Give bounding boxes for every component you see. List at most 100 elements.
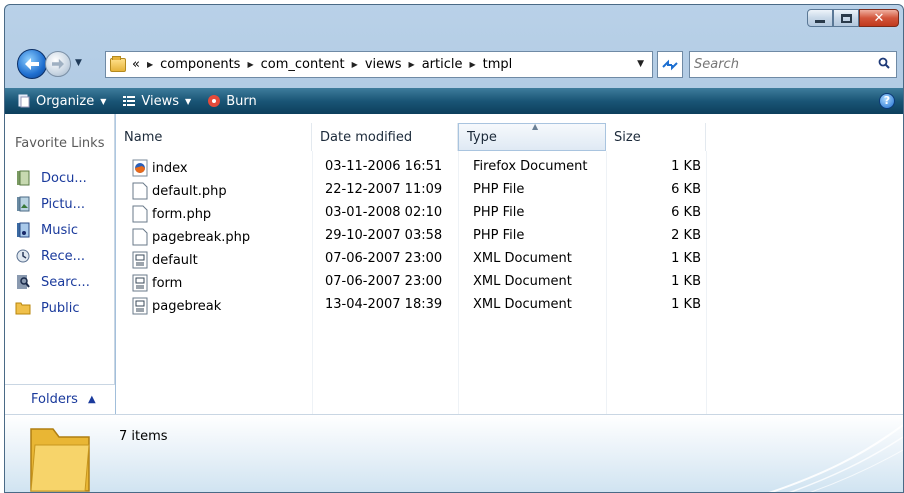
breadcrumb: « ▶ components ▶ com_content ▶ views ▶ a… [132,57,512,72]
column-header-type[interactable]: ▲ Type [458,122,606,151]
folders-label: Folders [31,392,78,407]
search-box[interactable] [689,51,897,78]
file-row[interactable]: form 07-06-2007 23:00 XML Document 1 KB [126,271,726,294]
chevron-down-icon: ▼ [185,96,192,106]
nav-item-label: Music [41,222,78,238]
nav-item-label: Public [41,300,80,316]
column-header-label: Name [124,129,163,145]
column-header-label: Size [614,129,641,145]
folder-icon [110,55,126,72]
back-arrow-icon [25,58,39,70]
views-label: Views [141,93,180,109]
breadcrumb-article[interactable]: article [422,57,463,72]
pictures-icon [17,196,30,212]
file-date: 03-01-2008 02:10 [325,205,443,220]
organize-icon [18,94,30,108]
history-dropdown-icon[interactable]: ▼ [75,58,85,70]
nav-item-label: Searc... [41,274,90,290]
breadcrumb-separator-icon[interactable]: ▶ [247,60,253,69]
file-date: 03-11-2006 16:51 [325,159,443,174]
file-row[interactable]: form.php 03-01-2008 02:10 PHP File 6 KB [126,202,726,225]
file-name: default [152,252,198,268]
burn-button[interactable]: Burn [207,94,257,109]
file-date: 13-04-2007 18:39 [325,297,443,312]
file-date: 29-10-2007 03:58 [325,228,443,243]
navigation-bar: ▼ « ▶ components ▶ com_content ▶ views ▶… [5,45,903,79]
breadcrumb-separator-icon[interactable]: ▶ [469,60,475,69]
maximize-button[interactable] [833,9,859,27]
file-type: PHP File [473,205,525,220]
breadcrumb-views[interactable]: views [365,57,402,72]
file-date: 07-06-2007 23:00 [325,251,443,266]
file-size: 6 KB [671,182,701,197]
file-type: XML Document [473,251,572,266]
forward-arrow-icon [52,58,64,70]
file-name-cell: form.php [132,205,211,223]
file-name-cell: pagebreak [132,297,221,315]
firefox-document-icon [132,159,148,177]
file-row[interactable]: default.php 22-12-2007 11:09 PHP File 6 … [126,179,726,202]
search-icon[interactable] [878,57,890,69]
chevron-down-icon: ▼ [100,96,107,106]
xml-document-icon [132,274,148,292]
xml-document-icon [132,297,148,315]
searches-icon [17,275,30,289]
views-icon [123,96,136,106]
refresh-icon [662,59,678,70]
breadcrumb-separator-icon[interactable]: ▶ [409,60,415,69]
organize-button[interactable]: Organize ▼ [17,94,106,109]
file-type: XML Document [473,297,572,312]
file-size: 1 KB [671,251,701,266]
breadcrumb-separator-icon[interactable]: ▶ [352,60,358,69]
file-icon [132,182,148,200]
search-input[interactable] [694,57,864,72]
caption-buttons: ✕ [807,9,899,29]
file-size: 1 KB [671,297,701,312]
file-icon [132,228,148,246]
column-header-date[interactable]: Date modified [312,123,458,151]
file-name: pagebreak.php [152,229,251,245]
column-header-size[interactable]: Size [606,123,706,151]
documents-icon [17,170,30,186]
nav-item-recent[interactable]: Rece... [15,246,111,266]
help-button[interactable]: ? [879,93,895,109]
breadcrumb-components[interactable]: components [160,57,240,72]
file-row[interactable]: pagebreak 13-04-2007 18:39 XML Document … [126,294,726,317]
nav-item-searches[interactable]: Searc... [15,272,111,292]
address-bar[interactable]: « ▶ components ▶ com_content ▶ views ▶ a… [105,51,653,78]
breadcrumb-com-content[interactable]: com_content [261,57,345,72]
nav-item-public[interactable]: Public [15,298,111,318]
views-button[interactable]: Views ▼ [122,94,191,109]
breadcrumb-overflow[interactable]: « [132,57,140,72]
nav-item-documents[interactable]: Docu... [15,168,111,188]
file-name: form.php [152,206,212,222]
burn-label: Burn [226,93,257,109]
minimize-button[interactable] [807,9,833,27]
nav-item-label: Docu... [41,170,87,186]
forward-button[interactable] [45,51,71,77]
file-size: 1 KB [671,159,701,174]
folders-toggle[interactable]: Folders ▲ [5,384,115,414]
file-row[interactable]: index 03-11-2006 16:51 Firefox Document … [126,156,726,179]
file-row[interactable]: default 07-06-2007 23:00 XML Document 1 … [126,248,726,271]
file-row[interactable]: pagebreak.php 29-10-2007 03:58 PHP File … [126,225,726,248]
file-date: 07-06-2007 23:00 [325,274,443,289]
address-dropdown-icon[interactable]: ▼ [637,59,644,69]
nav-item-label: Pictu... [41,196,86,212]
close-button[interactable]: ✕ [859,9,899,27]
file-type: PHP File [473,228,525,243]
file-name-cell: default [132,251,198,269]
details-pane: 7 items [5,414,903,492]
file-name-cell: index [132,159,188,177]
column-header-name[interactable]: Name [116,123,312,151]
breadcrumb-tmpl[interactable]: tmpl [483,57,513,72]
file-name: form [152,275,183,291]
breadcrumb-separator-icon[interactable]: ▶ [147,60,153,69]
back-button[interactable] [17,49,47,79]
file-type: Firefox Document [473,159,588,174]
navigation-pane: Favorite Links Docu... Pictu... Music Re… [5,114,115,414]
nav-item-music[interactable]: Music [15,220,111,240]
sort-ascending-icon: ▲ [532,122,539,131]
refresh-button[interactable] [657,51,683,78]
nav-item-pictures[interactable]: Pictu... [15,194,111,214]
